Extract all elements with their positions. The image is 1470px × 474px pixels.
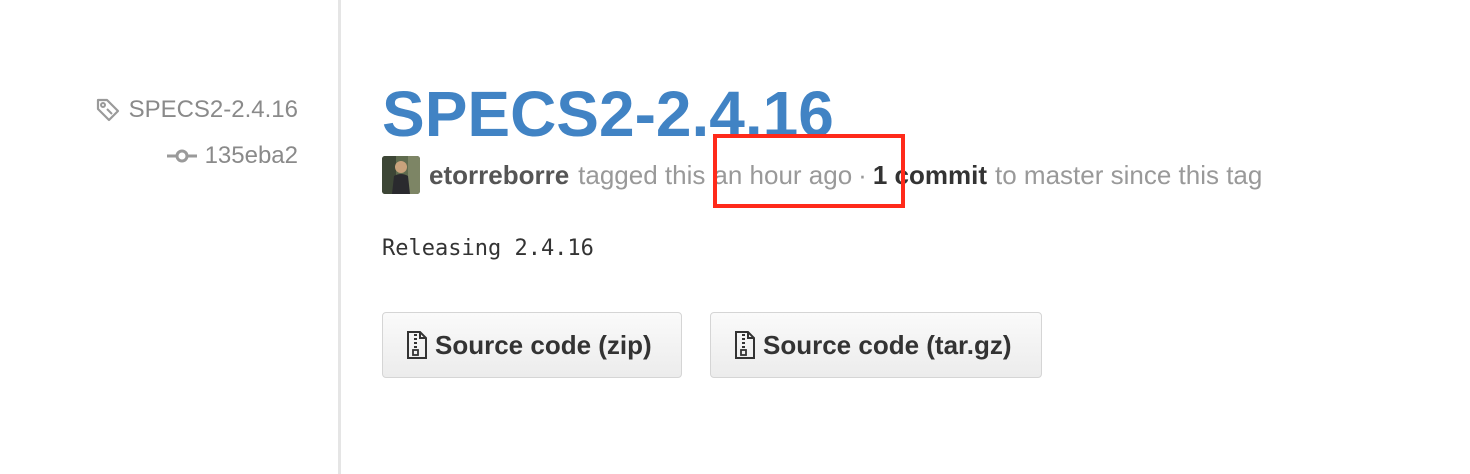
git-commit-icon <box>166 146 197 166</box>
release-title[interactable]: SPECS2-2.4.16 <box>382 76 834 152</box>
commits-since-link[interactable]: 1 commit <box>873 160 987 191</box>
commit-sha-link[interactable]: 135eba2 <box>205 142 298 170</box>
author-link[interactable]: etorreborre <box>429 160 569 191</box>
file-zip-icon <box>405 330 435 360</box>
download-targz-button[interactable]: Source code (tar.gz) <box>710 312 1042 378</box>
download-targz-label: Source code (tar.gz) <box>763 329 1012 360</box>
tag-icon <box>95 97 121 123</box>
commit-row[interactable]: 135eba2 <box>166 142 298 170</box>
release-sidebar: SPECS2-2.4.16 135eba2 <box>0 0 341 474</box>
release-notes: Releasing 2.4.16 <box>382 236 594 261</box>
release-byline: etorreborre tagged this an hour ago · 1 … <box>382 154 1262 196</box>
tag-link[interactable]: SPECS2-2.4.16 <box>129 96 298 124</box>
avatar[interactable] <box>382 156 420 194</box>
since-tag-text: to master since this tag <box>995 159 1263 190</box>
relative-time: an hour ago <box>713 159 853 190</box>
release-main: SPECS2-2.4.16 etorreborre tagged this an… <box>382 0 1470 474</box>
download-zip-label: Source code (zip) <box>435 329 652 360</box>
file-zip-icon <box>733 330 763 360</box>
byline-separator: · <box>858 159 867 190</box>
tagged-text: tagged this <box>578 159 706 190</box>
release-page: SPECS2-2.4.16 135eba2 SPECS2-2.4.16 etor… <box>0 0 1470 474</box>
download-zip-button[interactable]: Source code (zip) <box>382 312 682 378</box>
tag-row[interactable]: SPECS2-2.4.16 <box>95 96 298 124</box>
